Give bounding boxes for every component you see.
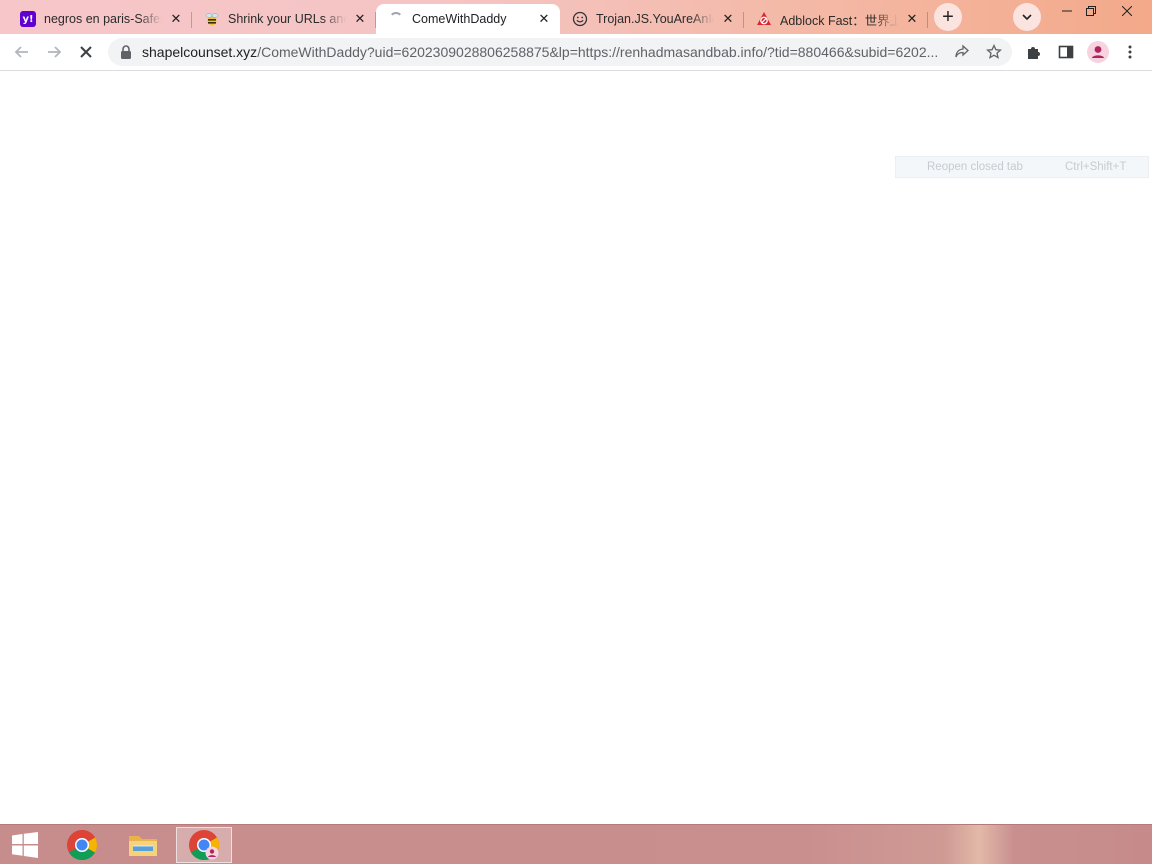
star-icon xyxy=(986,44,1002,59)
lock-icon[interactable] xyxy=(120,45,132,59)
windows-taskbar xyxy=(0,824,1152,864)
arrow-left-icon xyxy=(14,46,28,58)
stop-icon xyxy=(80,46,92,58)
adblock-icon xyxy=(756,11,772,27)
smiley-icon xyxy=(572,11,588,27)
url-text[interactable]: shapelcounset.xyz/ComeWithDaddy?uid=6202… xyxy=(142,44,942,60)
tab-comewithdaddy[interactable]: ComeWithDaddy ✕ xyxy=(376,4,560,34)
tab-title: ComeWithDaddy xyxy=(412,12,507,26)
tab-yahoo-search[interactable]: y! negros en paris-Saferb ✕ xyxy=(8,4,192,34)
arrow-right-icon xyxy=(48,46,62,58)
bookmark-button[interactable] xyxy=(984,42,1004,62)
chrome-taskbar-icon[interactable] xyxy=(54,827,110,863)
close-icon[interactable]: ✕ xyxy=(904,11,920,27)
new-tab-button[interactable]: + xyxy=(934,3,962,31)
kebab-menu-icon xyxy=(1128,45,1132,59)
tab-title: Adblock Fast：世界上最快 xyxy=(780,13,898,28)
avatar xyxy=(1087,41,1109,63)
extensions-button[interactable] xyxy=(1022,40,1046,64)
restore-icon xyxy=(1086,6,1096,16)
stop-loading-button[interactable] xyxy=(72,38,100,66)
minimize-icon xyxy=(1062,10,1072,12)
menu-item-label: Reopen closed tab xyxy=(927,161,1023,173)
close-icon[interactable]: ✕ xyxy=(352,11,368,27)
side-panel-button[interactable] xyxy=(1054,40,1078,64)
close-icon[interactable]: ✕ xyxy=(720,11,736,27)
start-button[interactable] xyxy=(0,827,50,863)
tab-strip: y! negros en paris-Saferb ✕ Shrink your … xyxy=(0,0,1152,34)
page-content: Reopen closed tab Ctrl+Shift+T xyxy=(0,71,1152,824)
tab-adblock-fast[interactable]: Adblock Fast：世界上最快 ✕ xyxy=(744,4,928,34)
yahoo-icon: y! xyxy=(20,11,36,27)
file-explorer-taskbar-icon[interactable] xyxy=(115,827,171,863)
share-icon xyxy=(955,44,969,58)
close-icon[interactable]: ✕ xyxy=(168,11,184,27)
tab-title: Shrink your URLs and get paid xyxy=(228,12,346,26)
profile-button[interactable] xyxy=(1086,40,1110,64)
restore-button[interactable] xyxy=(1074,0,1108,22)
chevron-down-icon xyxy=(1022,14,1032,21)
url-host: shapelcounset.xyz xyxy=(142,44,258,60)
chrome-menu-button[interactable] xyxy=(1118,40,1142,64)
windows-logo-icon xyxy=(12,832,38,858)
menu-item-shortcut: Ctrl+Shift+T xyxy=(1065,161,1127,173)
url-path: /ComeWithDaddy?uid=6202309028806258875&l… xyxy=(257,44,939,60)
tab-title: negros en paris-Saferb xyxy=(44,12,162,26)
forward-button[interactable] xyxy=(40,38,68,66)
tab-title: Trojan.JS.YouAreAnIdiot xyxy=(596,12,714,26)
loading-spinner-icon xyxy=(388,11,404,27)
puzzle-icon xyxy=(1028,47,1040,59)
plus-icon: + xyxy=(942,5,954,28)
browser-toolbar: shapelcounset.xyz/ComeWithDaddy?uid=6202… xyxy=(0,34,1152,71)
chrome-icon xyxy=(67,830,98,861)
close-icon[interactable]: ✕ xyxy=(536,11,552,27)
folder-icon xyxy=(129,836,157,856)
tab-search-button[interactable] xyxy=(1013,3,1041,31)
tab-shrink-urls[interactable]: Shrink your URLs and get paid ✕ xyxy=(192,4,376,34)
share-button[interactable] xyxy=(952,42,972,62)
bee-icon xyxy=(204,11,220,27)
tab-trojan-youareanidiot[interactable]: Trojan.JS.YouAreAnIdiot ✕ xyxy=(560,4,744,34)
back-button[interactable] xyxy=(8,38,36,66)
address-bar[interactable]: shapelcounset.xyz/ComeWithDaddy?uid=6202… xyxy=(108,38,1012,66)
reopen-closed-tab-menu-item[interactable]: Reopen closed tab Ctrl+Shift+T xyxy=(895,156,1149,178)
chrome-profile-icon xyxy=(189,830,220,861)
close-icon xyxy=(1122,6,1132,16)
chrome-profile-taskbar-icon[interactable] xyxy=(176,827,232,863)
side-panel-icon xyxy=(1058,45,1074,59)
close-window-button[interactable] xyxy=(1110,0,1144,22)
